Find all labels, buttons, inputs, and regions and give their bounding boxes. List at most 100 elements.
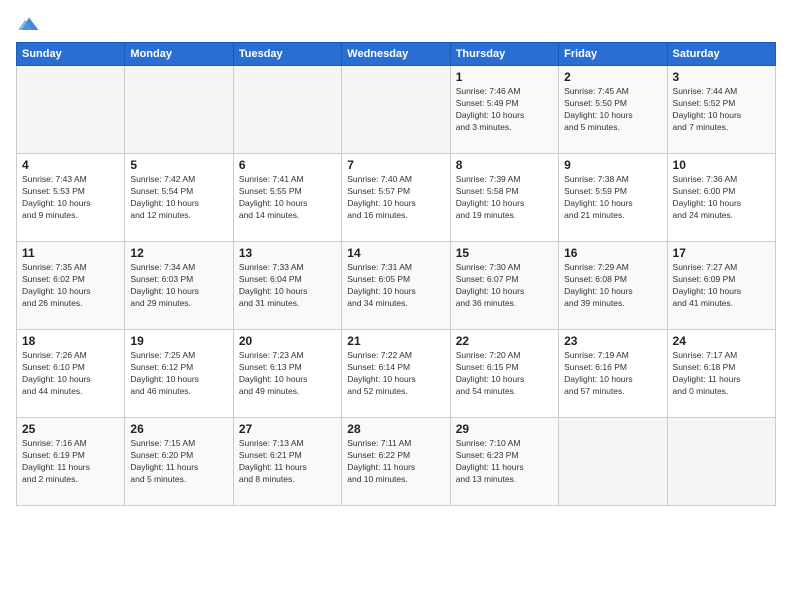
day-number: 16 (564, 246, 661, 260)
day-info: Sunrise: 7:13 AM Sunset: 6:21 PM Dayligh… (239, 438, 336, 486)
calendar-row: 4 Sunrise: 7:43 AM Sunset: 5:53 PM Daylig… (17, 154, 776, 242)
day-info: Sunrise: 7:35 AM Sunset: 6:02 PM Dayligh… (22, 262, 119, 310)
day-info: Sunrise: 7:33 AM Sunset: 6:04 PM Dayligh… (239, 262, 336, 310)
calendar-cell: 18 Sunrise: 7:26 AM Sunset: 6:10 PM Dayli… (17, 330, 125, 418)
day-info: Sunrise: 7:30 AM Sunset: 6:07 PM Dayligh… (456, 262, 553, 310)
day-number: 13 (239, 246, 336, 260)
calendar-cell: 25 Sunrise: 7:16 AM Sunset: 6:19 PM Dayli… (17, 418, 125, 506)
calendar-cell: 3 Sunrise: 7:44 AM Sunset: 5:52 PM Daylig… (667, 66, 775, 154)
weekday-header: Tuesday (233, 43, 341, 66)
day-number: 24 (673, 334, 770, 348)
day-info: Sunrise: 7:22 AM Sunset: 6:14 PM Dayligh… (347, 350, 444, 398)
day-number: 12 (130, 246, 227, 260)
day-number: 17 (673, 246, 770, 260)
day-number: 29 (456, 422, 553, 436)
day-info: Sunrise: 7:39 AM Sunset: 5:58 PM Dayligh… (456, 174, 553, 222)
calendar-cell: 22 Sunrise: 7:20 AM Sunset: 6:15 PM Dayli… (450, 330, 558, 418)
calendar-table: SundayMondayTuesdayWednesdayThursdayFrid… (16, 42, 776, 506)
calendar-header-row: SundayMondayTuesdayWednesdayThursdayFrid… (17, 43, 776, 66)
day-info: Sunrise: 7:45 AM Sunset: 5:50 PM Dayligh… (564, 86, 661, 134)
day-info: Sunrise: 7:16 AM Sunset: 6:19 PM Dayligh… (22, 438, 119, 486)
day-number: 23 (564, 334, 661, 348)
calendar-row: 11 Sunrise: 7:35 AM Sunset: 6:02 PM Dayli… (17, 242, 776, 330)
day-number: 21 (347, 334, 444, 348)
day-info: Sunrise: 7:29 AM Sunset: 6:08 PM Dayligh… (564, 262, 661, 310)
calendar-cell: 24 Sunrise: 7:17 AM Sunset: 6:18 PM Dayli… (667, 330, 775, 418)
day-number: 27 (239, 422, 336, 436)
day-number: 1 (456, 70, 553, 84)
calendar-cell (559, 418, 667, 506)
day-number: 19 (130, 334, 227, 348)
weekday-header: Thursday (450, 43, 558, 66)
calendar-cell: 13 Sunrise: 7:33 AM Sunset: 6:04 PM Dayli… (233, 242, 341, 330)
day-number: 10 (673, 158, 770, 172)
calendar-cell: 19Sunrise: 7:25 AM Sunset: 6:12 PM Dayli… (125, 330, 233, 418)
day-info: Sunrise: 7:20 AM Sunset: 6:15 PM Dayligh… (456, 350, 553, 398)
weekday-header: Wednesday (342, 43, 450, 66)
calendar-row: 18 Sunrise: 7:26 AM Sunset: 6:10 PM Dayli… (17, 330, 776, 418)
day-number: 9 (564, 158, 661, 172)
day-info: Sunrise: 7:10 AM Sunset: 6:23 PM Dayligh… (456, 438, 553, 486)
weekday-header: Monday (125, 43, 233, 66)
day-info: Sunrise: 7:19 AM Sunset: 6:16 PM Dayligh… (564, 350, 661, 398)
day-number: 6 (239, 158, 336, 172)
calendar-cell: 17 Sunrise: 7:27 AM Sunset: 6:09 PM Dayli… (667, 242, 775, 330)
day-info: Sunrise: 7:27 AM Sunset: 6:09 PM Dayligh… (673, 262, 770, 310)
calendar-cell: 7 Sunrise: 7:40 AM Sunset: 5:57 PM Daylig… (342, 154, 450, 242)
day-info: Sunrise: 7:41 AM Sunset: 5:55 PM Dayligh… (239, 174, 336, 222)
calendar-cell: 9 Sunrise: 7:38 AM Sunset: 5:59 PM Daylig… (559, 154, 667, 242)
day-info: Sunrise: 7:43 AM Sunset: 5:53 PM Dayligh… (22, 174, 119, 222)
weekday-header: Friday (559, 43, 667, 66)
day-number: 5 (130, 158, 227, 172)
calendar-cell: 11 Sunrise: 7:35 AM Sunset: 6:02 PM Dayli… (17, 242, 125, 330)
calendar-cell: 5 Sunrise: 7:42 AM Sunset: 5:54 PM Daylig… (125, 154, 233, 242)
day-number: 8 (456, 158, 553, 172)
day-info: Sunrise: 7:46 AM Sunset: 5:49 PM Dayligh… (456, 86, 553, 134)
calendar-cell: 6 Sunrise: 7:41 AM Sunset: 5:55 PM Daylig… (233, 154, 341, 242)
calendar-cell: 28Sunrise: 7:11 AM Sunset: 6:22 PM Dayli… (342, 418, 450, 506)
day-number: 7 (347, 158, 444, 172)
calendar-cell: 16 Sunrise: 7:29 AM Sunset: 6:08 PM Dayli… (559, 242, 667, 330)
day-info: Sunrise: 7:38 AM Sunset: 5:59 PM Dayligh… (564, 174, 661, 222)
day-number: 4 (22, 158, 119, 172)
calendar-cell: 23 Sunrise: 7:19 AM Sunset: 6:16 PM Dayli… (559, 330, 667, 418)
calendar-cell: 4 Sunrise: 7:43 AM Sunset: 5:53 PM Daylig… (17, 154, 125, 242)
calendar-cell (233, 66, 341, 154)
header (16, 12, 776, 34)
calendar-cell: 29 Sunrise: 7:10 AM Sunset: 6:23 PM Dayli… (450, 418, 558, 506)
weekday-header: Saturday (667, 43, 775, 66)
calendar-cell: 26Sunrise: 7:15 AM Sunset: 6:20 PM Dayli… (125, 418, 233, 506)
day-info: Sunrise: 7:23 AM Sunset: 6:13 PM Dayligh… (239, 350, 336, 398)
calendar-cell (17, 66, 125, 154)
day-info: Sunrise: 7:34 AM Sunset: 6:03 PM Dayligh… (130, 262, 227, 310)
calendar-cell: 8 Sunrise: 7:39 AM Sunset: 5:58 PM Daylig… (450, 154, 558, 242)
day-info: Sunrise: 7:17 AM Sunset: 6:18 PM Dayligh… (673, 350, 770, 398)
calendar-cell: 27 Sunrise: 7:13 AM Sunset: 6:21 PM Dayli… (233, 418, 341, 506)
calendar-cell: 20 Sunrise: 7:23 AM Sunset: 6:13 PM Dayli… (233, 330, 341, 418)
logo (16, 12, 40, 34)
calendar-cell: 21 Sunrise: 7:22 AM Sunset: 6:14 PM Dayli… (342, 330, 450, 418)
day-info: Sunrise: 7:40 AM Sunset: 5:57 PM Dayligh… (347, 174, 444, 222)
calendar-cell (342, 66, 450, 154)
day-info: Sunrise: 7:26 AM Sunset: 6:10 PM Dayligh… (22, 350, 119, 398)
calendar-cell: 15 Sunrise: 7:30 AM Sunset: 6:07 PM Dayli… (450, 242, 558, 330)
day-number: 14 (347, 246, 444, 260)
day-number: 22 (456, 334, 553, 348)
day-info: Sunrise: 7:42 AM Sunset: 5:54 PM Dayligh… (130, 174, 227, 222)
day-number: 15 (456, 246, 553, 260)
logo-icon (18, 12, 40, 34)
day-number: 3 (673, 70, 770, 84)
calendar-row: 1 Sunrise: 7:46 AM Sunset: 5:49 PM Daylig… (17, 66, 776, 154)
calendar-row: 25 Sunrise: 7:16 AM Sunset: 6:19 PM Dayli… (17, 418, 776, 506)
calendar-cell: 10 Sunrise: 7:36 AM Sunset: 6:00 PM Dayli… (667, 154, 775, 242)
day-number: 20 (239, 334, 336, 348)
day-number: 25 (22, 422, 119, 436)
calendar-cell (667, 418, 775, 506)
day-number: 18 (22, 334, 119, 348)
page: SundayMondayTuesdayWednesdayThursdayFrid… (0, 0, 792, 612)
day-info: Sunrise: 7:36 AM Sunset: 6:00 PM Dayligh… (673, 174, 770, 222)
day-number: 11 (22, 246, 119, 260)
day-number: 2 (564, 70, 661, 84)
day-info: Sunrise: 7:44 AM Sunset: 5:52 PM Dayligh… (673, 86, 770, 134)
day-info: Sunrise: 7:15 AM Sunset: 6:20 PM Dayligh… (130, 438, 227, 486)
